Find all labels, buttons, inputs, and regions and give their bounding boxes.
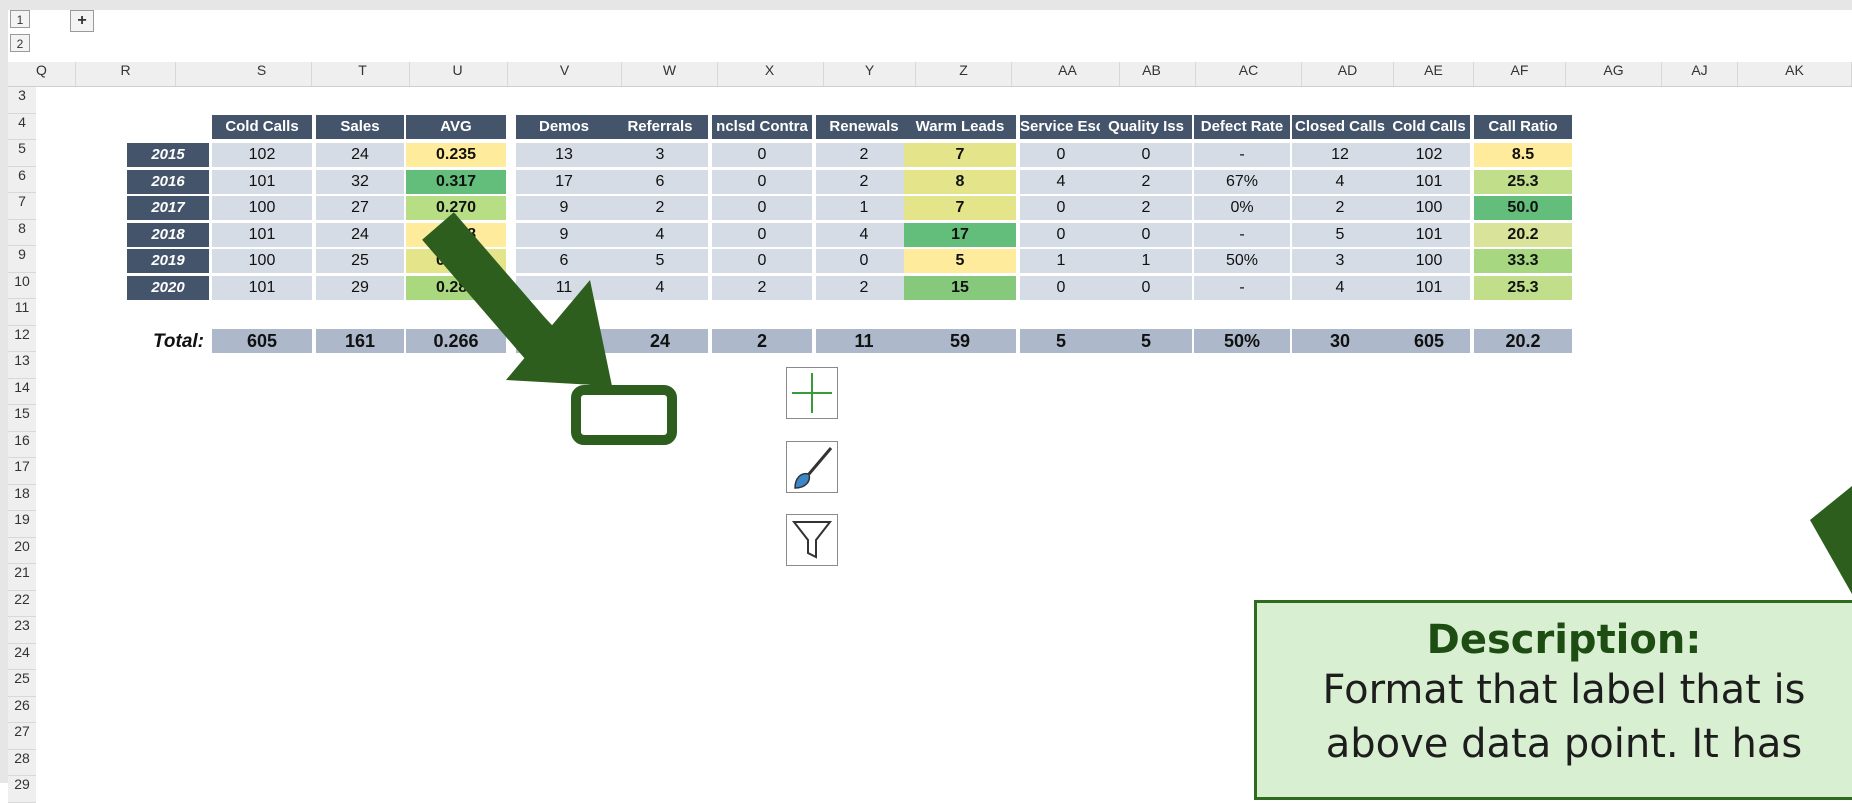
description-box: Description: Format that label that is a… (1254, 600, 1852, 800)
highlight-box (571, 385, 677, 445)
description-line-2: above data point. It has (1325, 721, 1803, 767)
description-title: Description: (1426, 617, 1702, 663)
description-line-1: Format that label that is (1322, 667, 1806, 713)
pointer-arrow (422, 212, 614, 390)
offscreen-arrow (1810, 486, 1852, 594)
